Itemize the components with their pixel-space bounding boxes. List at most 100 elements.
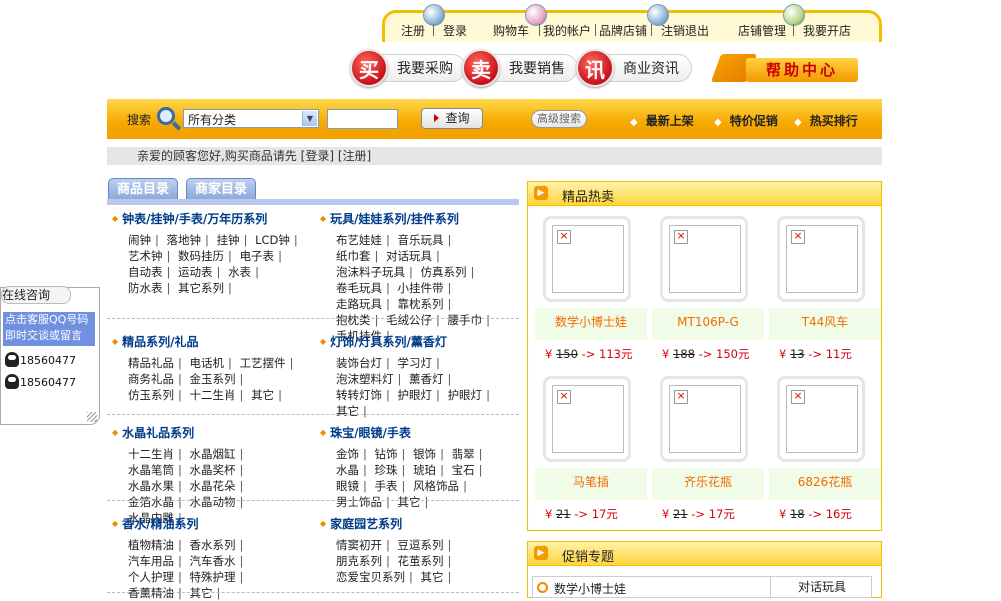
qq-contact[interactable]: 18560477 <box>5 352 76 367</box>
category-item-link[interactable]: 学习灯 <box>398 356 444 370</box>
category-item-link[interactable]: 纸巾套 <box>336 249 382 263</box>
category-item-link[interactable]: 其它 <box>336 404 371 418</box>
category-item-link[interactable]: 金玉系列 <box>190 372 248 386</box>
help-center-button[interactable]: 帮助中心 <box>710 54 859 84</box>
nav-register-link[interactable]: 注册 <box>401 22 425 39</box>
category-item-link[interactable]: 水晶动物 <box>190 495 248 509</box>
category-item-link[interactable]: 银饰 <box>413 447 448 461</box>
category-title[interactable]: 水晶礼品系列 <box>112 426 194 440</box>
category-item-link[interactable]: 琥珀 <box>413 463 448 477</box>
promo-link[interactable]: 数学小博士娃 <box>537 580 626 597</box>
category-item-link[interactable]: 恋爱宝贝系列 <box>336 570 417 584</box>
category-item-link[interactable]: 其它 <box>251 388 286 402</box>
category-item-link[interactable]: 靠枕系列 <box>398 297 456 311</box>
category-item-link[interactable]: 仿真系列 <box>421 265 479 279</box>
nav-open-shop-link[interactable]: 我要开店 <box>803 22 851 39</box>
category-item-link[interactable]: 金箔水晶 <box>128 495 186 509</box>
product-name[interactable]: T44风车 <box>769 308 881 340</box>
category-item-link[interactable]: 个人护理 <box>128 570 186 584</box>
category-item-link[interactable]: 男士饰品 <box>336 495 394 509</box>
category-item-link[interactable]: 艺术钟 <box>128 249 174 263</box>
product-image[interactable] <box>543 376 631 462</box>
category-item-link[interactable]: 其它 <box>421 570 456 584</box>
product-card[interactable]: MT106P-G ¥ 188 -> 150元 <box>652 212 764 372</box>
category-item-link[interactable]: 豆逗系列 <box>398 538 456 552</box>
category-item-link[interactable]: 特殊护理 <box>190 570 248 584</box>
search-input[interactable] <box>327 109 398 129</box>
qq-header[interactable]: 在线咨询 <box>1 286 71 304</box>
category-item-link[interactable]: 十二生肖 <box>190 388 248 402</box>
category-item-link[interactable]: 花茧系列 <box>398 554 456 568</box>
buy-button[interactable]: 买 我要采购 <box>350 48 466 88</box>
category-item-link[interactable]: 泡沫塑料灯 <box>336 372 405 386</box>
category-item-link[interactable]: 水晶笔筒 <box>128 463 186 477</box>
category-title[interactable]: 钟表/挂钟/手表/万年历系列 <box>112 212 267 226</box>
category-item-link[interactable]: 护眼灯 <box>398 388 444 402</box>
category-item-link[interactable]: 汽车用品 <box>128 554 186 568</box>
category-item-link[interactable]: 数码挂历 <box>178 249 236 263</box>
category-item-link[interactable]: 精品礼品 <box>128 356 186 370</box>
product-name[interactable]: 马笔插 <box>535 468 647 500</box>
category-item-link[interactable]: 闹钟 <box>128 233 163 247</box>
category-item-link[interactable]: 其它 <box>398 495 433 509</box>
tab-product-catalog[interactable]: 商品目录 <box>108 178 179 200</box>
chevron-down-icon[interactable]: ▼ <box>302 111 317 126</box>
category-item-link[interactable]: 十二生肖 <box>128 447 186 461</box>
product-name[interactable]: 齐乐花瓶 <box>652 468 764 500</box>
category-item-link[interactable]: 走路玩具 <box>336 297 394 311</box>
quick-hot-ranking[interactable]: 热买排行 <box>794 112 858 129</box>
product-card[interactable]: T44风车 ¥ 13 -> 11元 <box>769 212 881 372</box>
category-item-link[interactable]: 小挂件带 <box>398 281 456 295</box>
category-item-link[interactable]: 宝石 <box>452 463 487 477</box>
news-button[interactable]: 讯 商业资讯 <box>576 48 692 88</box>
category-item-link[interactable]: 泡沫料子玩具 <box>336 265 417 279</box>
category-item-link[interactable]: 植物精油 <box>128 538 186 552</box>
category-item-link[interactable]: 音乐玩具 <box>398 233 456 247</box>
category-item-link[interactable]: 钻饰 <box>375 447 410 461</box>
category-item-link[interactable]: 水表 <box>228 265 263 279</box>
product-image[interactable] <box>777 376 865 462</box>
category-item-link[interactable]: 落地钟 <box>167 233 213 247</box>
category-item-link[interactable]: 电子表 <box>240 249 286 263</box>
advanced-search-button[interactable]: 高级搜索 <box>531 110 587 128</box>
category-item-link[interactable]: 薰香灯 <box>409 372 455 386</box>
quick-specials[interactable]: 特价促销 <box>714 112 778 129</box>
product-image[interactable] <box>543 216 631 302</box>
category-item-link[interactable]: 水晶花朵 <box>190 479 248 493</box>
category-item-link[interactable]: 仿玉系列 <box>128 388 186 402</box>
category-item-link[interactable]: 手表 <box>375 479 410 493</box>
product-image[interactable] <box>660 216 748 302</box>
category-item-link[interactable]: 对话玩具 <box>386 249 444 263</box>
category-title[interactable]: 香水/精油系列 <box>112 517 199 531</box>
category-item-link[interactable]: 朋克系列 <box>336 554 394 568</box>
category-title[interactable]: 精品系列/礼品 <box>112 335 199 349</box>
product-card[interactable]: 齐乐花瓶 ¥ 21 -> 17元 <box>652 372 764 532</box>
category-item-link[interactable]: 腰手巾 <box>448 313 494 327</box>
category-item-link[interactable]: 自动表 <box>128 265 174 279</box>
category-item-link[interactable]: 水晶奖杯 <box>190 463 248 477</box>
product-name[interactable]: MT106P-G <box>652 308 764 340</box>
nav-logout-link[interactable]: 注销退出 <box>661 22 709 39</box>
category-title[interactable]: 灯饰/灯具系列/薰香灯 <box>320 335 447 349</box>
nav-account-link[interactable]: 我的帐户 <box>543 22 591 39</box>
welcome-login-link[interactable]: [登录] <box>301 149 334 163</box>
category-item-link[interactable]: 运动表 <box>178 265 224 279</box>
product-name[interactable]: 数学小博士娃 <box>535 308 647 340</box>
category-item-link[interactable]: 挂钟 <box>217 233 252 247</box>
query-button[interactable]: 查询 <box>421 108 483 129</box>
product-card[interactable]: 马笔插 ¥ 21 -> 17元 <box>535 372 647 532</box>
category-item-link[interactable]: 翡翠 <box>452 447 487 461</box>
category-item-link[interactable]: 风格饰品 <box>413 479 471 493</box>
nav-cart-link[interactable]: 购物车 <box>493 22 529 39</box>
category-title[interactable]: 珠宝/眼镜/手表 <box>320 426 411 440</box>
category-item-link[interactable]: 工艺摆件 <box>240 356 298 370</box>
product-image[interactable] <box>660 376 748 462</box>
category-item-link[interactable]: 水晶水果 <box>128 479 186 493</box>
category-item-link[interactable]: 抱枕类 <box>336 313 382 327</box>
qq-contact[interactable]: 18560477 <box>5 374 76 389</box>
category-item-link[interactable]: 水晶烟缸 <box>190 447 248 461</box>
category-item-link[interactable]: 金饰 <box>336 447 371 461</box>
promo-link[interactable]: 对话玩具 <box>770 577 873 597</box>
category-item-link[interactable]: LCD钟 <box>255 233 302 247</box>
category-item-link[interactable]: 防水表 <box>128 281 174 295</box>
